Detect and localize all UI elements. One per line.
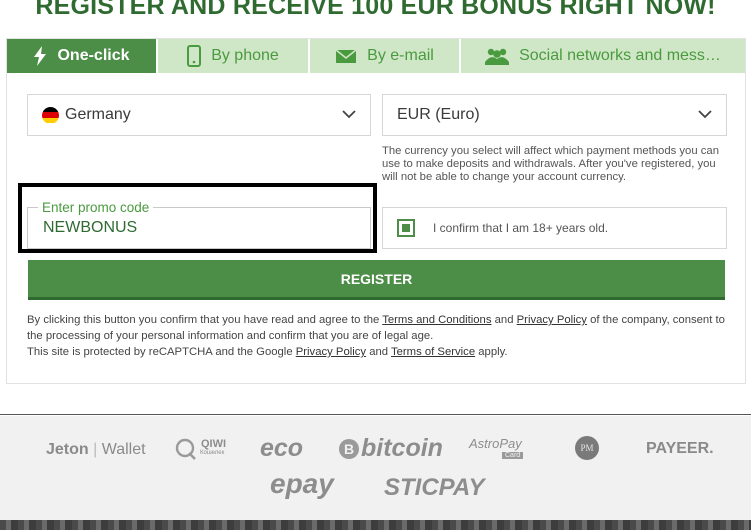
- payment-methods: Jeton | Wallet QIWI Кошелек eco B bitcoi…: [0, 416, 751, 520]
- bitcoin-icon: B: [339, 439, 359, 459]
- currency-note: The currency you select will affect whic…: [382, 145, 719, 183]
- age-confirmation: I confirm that I am 18+ years old.: [382, 207, 727, 249]
- section-divider: [0, 414, 751, 415]
- chevron-down-icon: [698, 110, 712, 119]
- terms-of-service-link[interactable]: Terms of Service: [391, 346, 475, 358]
- logo-text: Card: [502, 452, 524, 459]
- tab-one-click[interactable]: One-click: [7, 39, 158, 73]
- page-headline: REGISTER AND RECEIVE 100 EUR BONUS RIGHT…: [35, 0, 716, 20]
- perfect-money-logo: PM: [575, 436, 599, 460]
- tab-by-phone[interactable]: By phone: [158, 39, 310, 73]
- logo-text: Wallet: [101, 441, 146, 458]
- legal-text: This site is protected by reCAPTCHA and …: [27, 346, 296, 358]
- legal-text: apply.: [475, 346, 508, 358]
- users-icon: [485, 48, 510, 65]
- age-confirmation-label: I confirm that I am 18+ years old.: [433, 221, 609, 235]
- registration-card: One-click By phone By e-mail Social netw…: [6, 38, 746, 384]
- germany-flag-icon: [42, 106, 59, 124]
- legal-text: By clicking this button you confirm that…: [27, 314, 383, 326]
- svg-text:B: B: [344, 441, 354, 457]
- checkmark-icon: [402, 224, 410, 232]
- epay-logo: epay: [270, 468, 334, 499]
- google-privacy-link[interactable]: Privacy Policy: [296, 346, 366, 358]
- age-checkbox[interactable]: [397, 219, 415, 237]
- legal-text: and: [491, 314, 517, 326]
- tab-label: Social networks and mess…: [519, 47, 721, 64]
- promo-code-input[interactable]: Enter promo code NEWBONUS: [27, 200, 371, 249]
- registration-tabs: One-click By phone By e-mail Social netw…: [7, 39, 745, 73]
- tab-by-email[interactable]: By e-mail: [310, 39, 461, 73]
- tab-social-networks[interactable]: Social networks and mess…: [461, 39, 745, 73]
- logo-text: Jeton: [46, 441, 89, 458]
- logo-text: Кошелек: [200, 450, 225, 456]
- logo-text: bitcoin: [361, 434, 443, 462]
- tab-label: By phone: [211, 47, 279, 64]
- legal-text: and: [366, 346, 391, 358]
- register-button[interactable]: REGISTER: [28, 260, 725, 300]
- privacy-policy-link[interactable]: Privacy Policy: [517, 314, 587, 326]
- lightning-icon: [34, 46, 47, 66]
- eco-logo: eco: [260, 434, 304, 462]
- logo-text: QIWI: [201, 438, 227, 450]
- promo-code-label: Enter promo code: [38, 200, 154, 215]
- promo-code-value: NEWBONUS: [43, 219, 138, 236]
- payeer-logo: PAYEER.: [646, 440, 714, 457]
- phone-icon: [187, 45, 202, 67]
- legal-notice: By clicking this button you confirm that…: [27, 312, 733, 360]
- sticpay-logo: STICPAY: [384, 474, 485, 501]
- jeton-wallet-logo: Jeton | Wallet: [46, 441, 146, 458]
- currency-value: EUR (Euro): [397, 106, 480, 123]
- country-select[interactable]: Germany: [27, 94, 371, 136]
- terms-link[interactable]: Terms and Conditions: [382, 314, 491, 326]
- tab-label: By e-mail: [367, 47, 434, 64]
- tab-label: One-click: [57, 47, 130, 64]
- chevron-down-icon: [342, 110, 356, 119]
- envelope-icon: [335, 48, 357, 63]
- country-value: Germany: [65, 106, 131, 123]
- currency-select[interactable]: EUR (Euro): [382, 94, 727, 136]
- footer-strip: [0, 520, 751, 530]
- qiwi-icon: [175, 438, 196, 460]
- logo-text: AstroPay: [469, 436, 522, 451]
